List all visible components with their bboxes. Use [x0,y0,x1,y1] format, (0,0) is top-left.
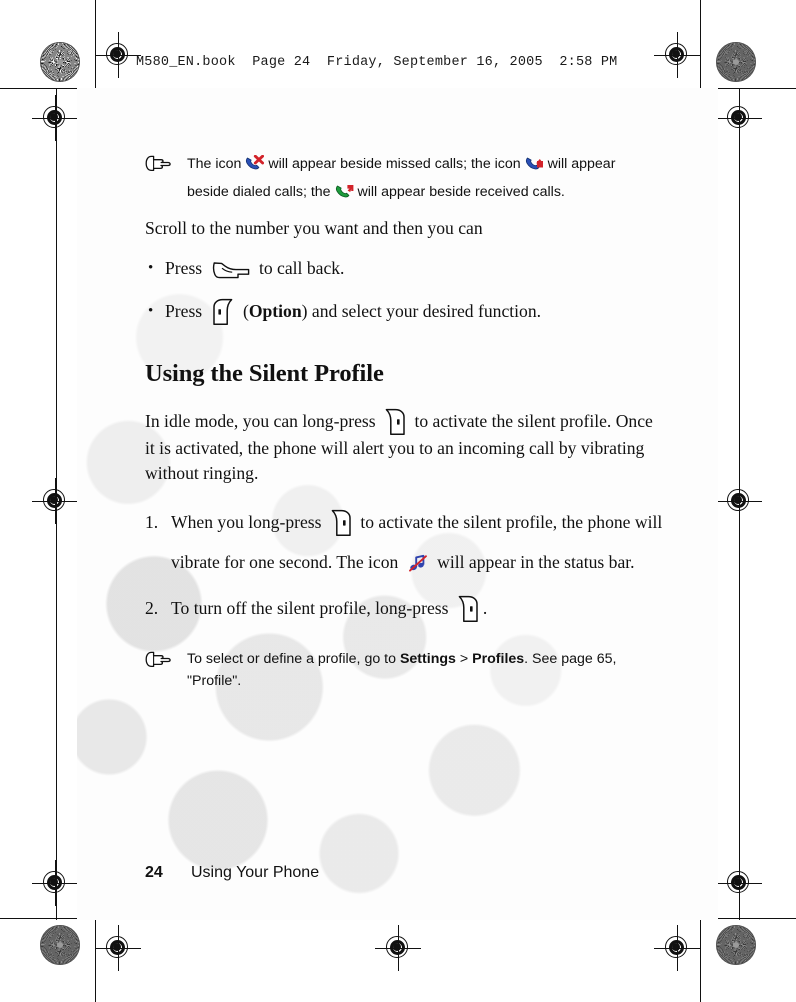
call-key-icon [212,259,250,281]
note-call-icons: The icon will appear beside missed calls… [145,150,665,206]
left-soft-key-icon [212,298,234,326]
step-1-c: will appear in the status bar. [437,552,635,572]
registration-target-top-right-inner [654,32,700,78]
bottom-note-settings: Settings [399,651,456,667]
footer-chapter-title: Using Your Phone [191,864,320,881]
silent-paragraph-a: In idle mode, you can long-press [145,411,376,431]
page-sheet: The icon will appear beside missed calls… [77,88,718,920]
footer-page-number: 24 [145,864,163,881]
bullet-2-paren-close: ) [301,301,308,321]
step-2-b: . [482,598,488,618]
bottom-note-profiles: Profiles [472,651,525,667]
list-item: Press to call back. [145,247,665,290]
registration-target-bottom-center [375,925,421,971]
list-item: When you long-press to activate the sile… [145,502,665,582]
bottom-note-separator: > [459,651,469,667]
registration-target-left-lower [32,860,78,906]
crop-rule-left-edge [56,88,58,920]
crop-rule-right-edge [739,88,741,920]
bullet-2-post: and select your desired function. [311,301,542,321]
list-item: To turn off the silent profile, long-pre… [145,588,665,628]
registration-starburst-top-left [40,42,80,82]
step-2-a: To turn off the silent profile, long-pre… [171,598,449,618]
list-item: Press (Option) and select your desired f… [145,290,665,333]
registration-starburst-bottom-left [40,925,80,965]
note-profile-settings: To select or define a profile, go to Set… [145,648,665,692]
note-text-1c: will appear [547,156,616,172]
bullet-1-pre: Press [165,258,203,278]
intro-paragraph: Scroll to the number you want and then y… [145,218,483,238]
pointing-hand-icon [145,155,172,172]
crop-rule-top-left-vertical [95,0,97,88]
registration-target-left-upper [32,95,78,141]
page-title: Using the Silent Profile [145,360,384,387]
right-soft-key-icon [457,595,479,623]
bottom-note-a: To select or define a profile, go to [187,651,396,667]
silent-profile-paragraph: In idle mode, you can long-press to acti… [145,408,665,486]
bottom-note-line2: "Profile". [187,673,242,689]
page-footer: 24 Using Your Phone [145,864,319,882]
note-text-1b: will appear beside missed calls; the ico… [268,156,521,172]
note-text-2b: will appear beside received calls. [357,184,565,200]
registration-target-bottom-right-inner [654,925,700,971]
registration-starburst-top-right [716,42,756,82]
crop-rule-bottom-right-vertical [700,918,702,1002]
silent-profile-steps: When you long-press to activate the sile… [145,502,665,628]
bullet-2-bold-label: Option [248,301,302,321]
registration-target-top-left-inner [95,32,141,78]
missed-call-icon [245,155,265,172]
crop-rule-bottom-left-vertical [95,918,97,1002]
note-text-2a: beside dialed calls; the [187,184,331,200]
right-soft-key-icon [330,509,352,537]
bottom-note-c: . See page 65, [524,651,617,667]
pointing-hand-icon [145,651,172,668]
step-1-a: When you long-press [171,512,322,532]
received-call-icon [335,183,354,200]
registration-starburst-bottom-right [716,925,756,965]
registration-target-right-upper [716,95,762,141]
book-file-info-header: M580_EN.book Page 24 Friday, September 1… [136,55,618,70]
registration-target-right-lower [716,860,762,906]
page-content: The icon will appear beside missed calls… [145,150,665,692]
dialed-call-icon [525,155,544,172]
right-soft-key-icon [384,408,406,436]
action-bullet-list: Press to call back. Press [145,247,665,333]
registration-target-bottom-left-inner [95,925,141,971]
registration-target-right-middle [716,478,762,524]
bullet-2-pre: Press [165,301,203,321]
registration-target-left-middle [32,478,78,524]
bullet-1-post: to call back. [258,258,345,278]
crop-rule-top-right-vertical [700,0,702,88]
silent-mute-icon [408,554,428,573]
note-text-1a: The icon [187,156,242,172]
printed-page-proof: M580_EN.book Page 24 Friday, September 1… [0,0,796,1002]
